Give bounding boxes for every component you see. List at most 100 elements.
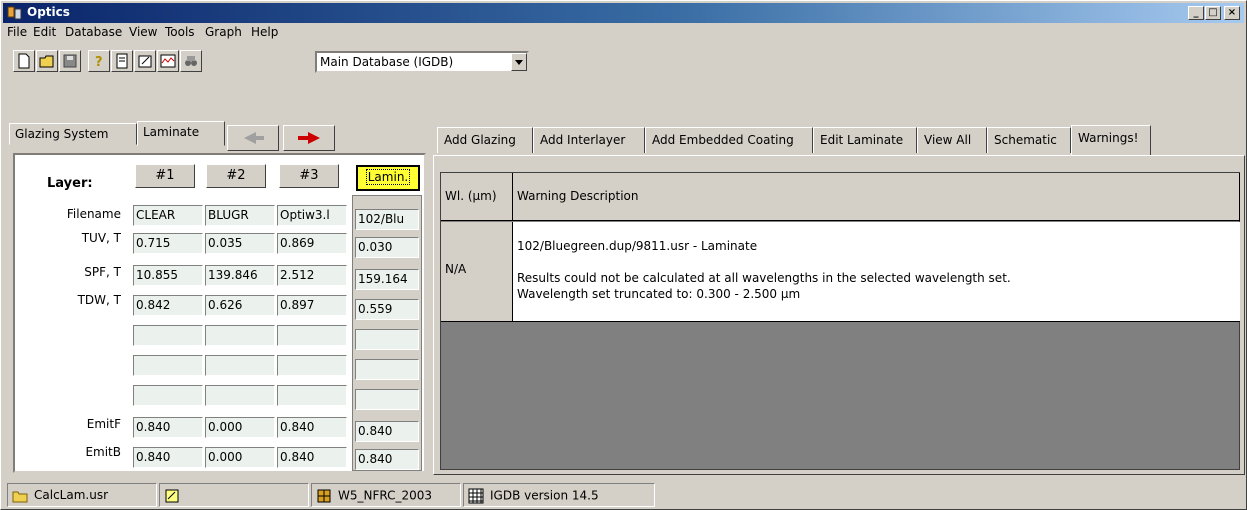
cell-empty[interactable]: [133, 325, 203, 346]
column-header-description[interactable]: Warning Description: [513, 173, 1240, 221]
status-config-name: W5_NFRC_2003: [338, 488, 433, 503]
layers-panel: Layer: #1 #2 #3 Lamin. Filename TUV, T S…: [13, 153, 426, 473]
row-label-filename: Filename: [66, 207, 121, 221]
cell-filename-laminate[interactable]: 102/Blu: [355, 209, 419, 230]
tab-add-interlayer[interactable]: Add Interlayer: [533, 127, 645, 153]
tab-schematic[interactable]: Schematic: [987, 127, 1071, 153]
cell-empty[interactable]: [277, 355, 347, 376]
status-database: IGDB version 14.5: [463, 483, 655, 507]
cell-tuv-2[interactable]: 0.035: [205, 233, 275, 254]
warning-line: [517, 254, 1236, 270]
cell-tuv-1[interactable]: 0.715: [133, 233, 203, 254]
cell-empty[interactable]: [277, 385, 347, 406]
close-button[interactable]: ×: [1224, 6, 1240, 20]
menu-help[interactable]: Help: [251, 25, 278, 39]
cell-tdw-1[interactable]: 0.842: [133, 295, 203, 316]
cell-emitf-1[interactable]: 0.840: [133, 417, 203, 438]
svg-text:?: ?: [95, 55, 103, 69]
status-file-name: CalcLam.usr: [34, 488, 108, 502]
status-config: W5_NFRC_2003: [311, 483, 461, 507]
cell-filename-2[interactable]: BLUGR: [205, 205, 275, 226]
warning-wavelength: N/A: [441, 222, 513, 322]
cell-empty[interactable]: [355, 359, 419, 380]
cell-emitf-laminate[interactable]: 0.840: [355, 421, 419, 442]
layer-3-button[interactable]: #3: [279, 164, 339, 188]
tab-glazing-system[interactable]: Glazing System: [9, 123, 137, 145]
cell-empty[interactable]: [355, 389, 419, 410]
menu-graph[interactable]: Graph: [205, 25, 242, 39]
toolbar: ? Main Database (IGDB): [3, 47, 1243, 75]
tab-view-all[interactable]: View All: [917, 127, 987, 153]
maximize-button[interactable]: □: [1205, 6, 1221, 20]
cell-emitb-2[interactable]: 0.000: [205, 447, 275, 468]
binoculars-icon[interactable]: [180, 50, 202, 72]
cell-filename-1[interactable]: CLEAR: [133, 205, 203, 226]
notepad-icon: [165, 489, 179, 503]
cell-empty[interactable]: [205, 385, 275, 406]
right-tab-strip: Add Glazing Add Interlayer Add Embedded …: [433, 125, 1245, 155]
menu-tools[interactable]: Tools: [165, 25, 195, 39]
layer-1-button[interactable]: #1: [135, 164, 195, 188]
database-select-value: Main Database (IGDB): [320, 55, 454, 69]
forward-arrow-button[interactable]: [283, 125, 335, 151]
cell-tdw-laminate[interactable]: 0.559: [355, 299, 419, 320]
laminate-button-label: Lamin.: [365, 169, 411, 185]
cell-emitf-3[interactable]: 0.840: [277, 417, 347, 438]
menu-edit[interactable]: Edit: [33, 25, 56, 39]
warning-description: 102/Bluegreen.dup/9811.usr - Laminate Re…: [513, 222, 1240, 322]
chevron-down-icon[interactable]: [511, 53, 527, 71]
cell-emitb-laminate[interactable]: 0.840: [355, 449, 419, 470]
row-label-emitb: EmitB: [85, 445, 121, 459]
graph-icon[interactable]: [157, 50, 179, 72]
row-label-spf: SPF, T: [84, 265, 121, 279]
menu-database[interactable]: Database: [65, 25, 122, 39]
column-header-wavelength[interactable]: Wl. (µm): [441, 173, 513, 221]
cell-empty[interactable]: [133, 355, 203, 376]
tab-warnings[interactable]: Warnings!: [1071, 125, 1151, 155]
warning-line: Wavelength set truncated to: 0.300 - 2.5…: [517, 287, 801, 301]
cell-spf-1[interactable]: 10.855: [133, 265, 203, 286]
save-icon[interactable]: [59, 50, 81, 72]
cell-spf-3[interactable]: 2.512: [277, 265, 347, 286]
cell-empty[interactable]: [205, 355, 275, 376]
layer-2-button[interactable]: #2: [206, 164, 266, 188]
warnings-table: Wl. (µm) Warning Description N/A 102/Blu…: [440, 172, 1240, 470]
laminate-button[interactable]: Lamin.: [356, 165, 420, 191]
cell-emitb-3[interactable]: 0.840: [277, 447, 347, 468]
cell-spf-2[interactable]: 139.846: [205, 265, 275, 286]
tab-edit-laminate[interactable]: Edit Laminate: [813, 127, 917, 153]
title-bar[interactable]: Optics _ □ ×: [3, 3, 1244, 23]
row-label-tuv: TUV, T: [81, 231, 121, 245]
optics-window: Optics _ □ × File Edit Database View Too…: [0, 0, 1247, 510]
open-folder-icon[interactable]: [36, 50, 58, 72]
cell-spf-laminate[interactable]: 159.164: [355, 269, 419, 290]
cell-tdw-2[interactable]: 0.626: [205, 295, 275, 316]
cell-tuv-laminate[interactable]: 0.030: [355, 237, 419, 258]
cell-empty[interactable]: [355, 329, 419, 350]
help-icon[interactable]: ?: [88, 50, 110, 72]
cell-emitf-2[interactable]: 0.000: [205, 417, 275, 438]
warning-line: Results could not be calculated at all w…: [517, 271, 1011, 285]
table-row[interactable]: N/A 102/Bluegreen.dup/9811.usr - Laminat…: [441, 222, 1240, 322]
database-select[interactable]: Main Database (IGDB): [315, 51, 529, 73]
menu-file[interactable]: File: [7, 25, 27, 39]
menu-view[interactable]: View: [129, 25, 157, 39]
back-arrow-button[interactable]: [227, 125, 279, 151]
cell-empty[interactable]: [205, 325, 275, 346]
tab-add-embedded-coating[interactable]: Add Embedded Coating: [645, 127, 813, 153]
cell-empty[interactable]: [133, 385, 203, 406]
minimize-button[interactable]: _: [1188, 6, 1204, 20]
edit-form-icon[interactable]: [134, 50, 156, 72]
row-label-emitf: EmitF: [86, 417, 121, 431]
warning-line: 102/Bluegreen.dup/9811.usr - Laminate: [517, 239, 758, 253]
cell-emitb-1[interactable]: 0.840: [133, 447, 203, 468]
cell-filename-3[interactable]: Optiw3.l: [277, 205, 347, 226]
cell-empty[interactable]: [277, 325, 347, 346]
cell-tuv-3[interactable]: 0.869: [277, 233, 347, 254]
new-file-icon[interactable]: [13, 50, 35, 72]
tab-laminate[interactable]: Laminate: [137, 121, 225, 146]
warnings-panel: Wl. (µm) Warning Description N/A 102/Blu…: [433, 155, 1245, 475]
tab-add-glazing[interactable]: Add Glazing: [437, 127, 533, 153]
report-icon[interactable]: [111, 50, 133, 72]
cell-tdw-3[interactable]: 0.897: [277, 295, 347, 316]
